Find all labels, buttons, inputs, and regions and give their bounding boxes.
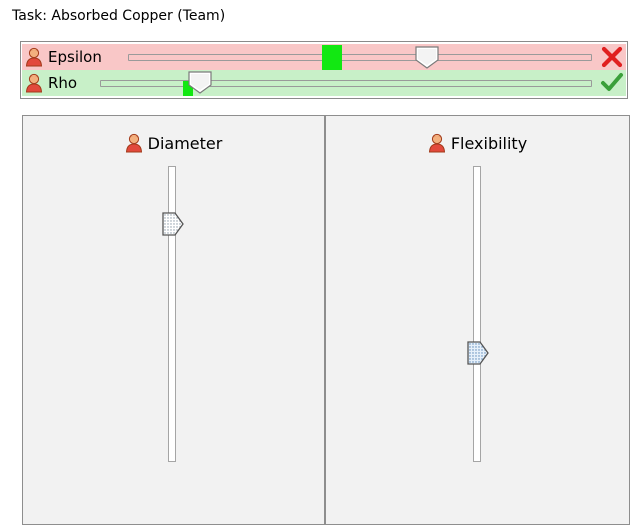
task-title: Task: Absorbed Copper (Team) bbox=[12, 8, 226, 24]
user-icon bbox=[25, 73, 43, 93]
row-label-epsilon: Epsilon bbox=[48, 48, 102, 66]
diameter-slider-thumb[interactable] bbox=[161, 211, 185, 237]
diameter-header: Diameter bbox=[23, 133, 324, 155]
user-icon bbox=[25, 47, 43, 67]
user-icon bbox=[428, 133, 445, 153]
flexibility-slider-thumb[interactable] bbox=[466, 340, 490, 366]
epsilon-slider-track[interactable] bbox=[128, 54, 592, 61]
row-rho: Rho bbox=[22, 70, 626, 96]
check-icon bbox=[601, 73, 623, 91]
epsilon-target-marker bbox=[322, 45, 342, 71]
flexibility-panel: Flexibility bbox=[325, 115, 630, 525]
flexibility-header: Flexibility bbox=[326, 133, 629, 155]
team-slider-group: Epsilon Rho bbox=[20, 41, 628, 99]
flexibility-label: Flexibility bbox=[450, 134, 528, 153]
diameter-panel: Diameter bbox=[22, 115, 325, 525]
row-label-rho: Rho bbox=[48, 74, 78, 92]
epsilon-slider-thumb[interactable] bbox=[414, 45, 440, 69]
x-icon bbox=[601, 46, 623, 68]
user-icon bbox=[125, 133, 142, 153]
flexibility-slider-track[interactable] bbox=[473, 166, 481, 462]
rho-slider-thumb[interactable] bbox=[187, 70, 213, 94]
row-epsilon: Epsilon bbox=[22, 44, 626, 71]
rho-slider-track[interactable] bbox=[100, 80, 592, 87]
diameter-label: Diameter bbox=[147, 134, 223, 153]
